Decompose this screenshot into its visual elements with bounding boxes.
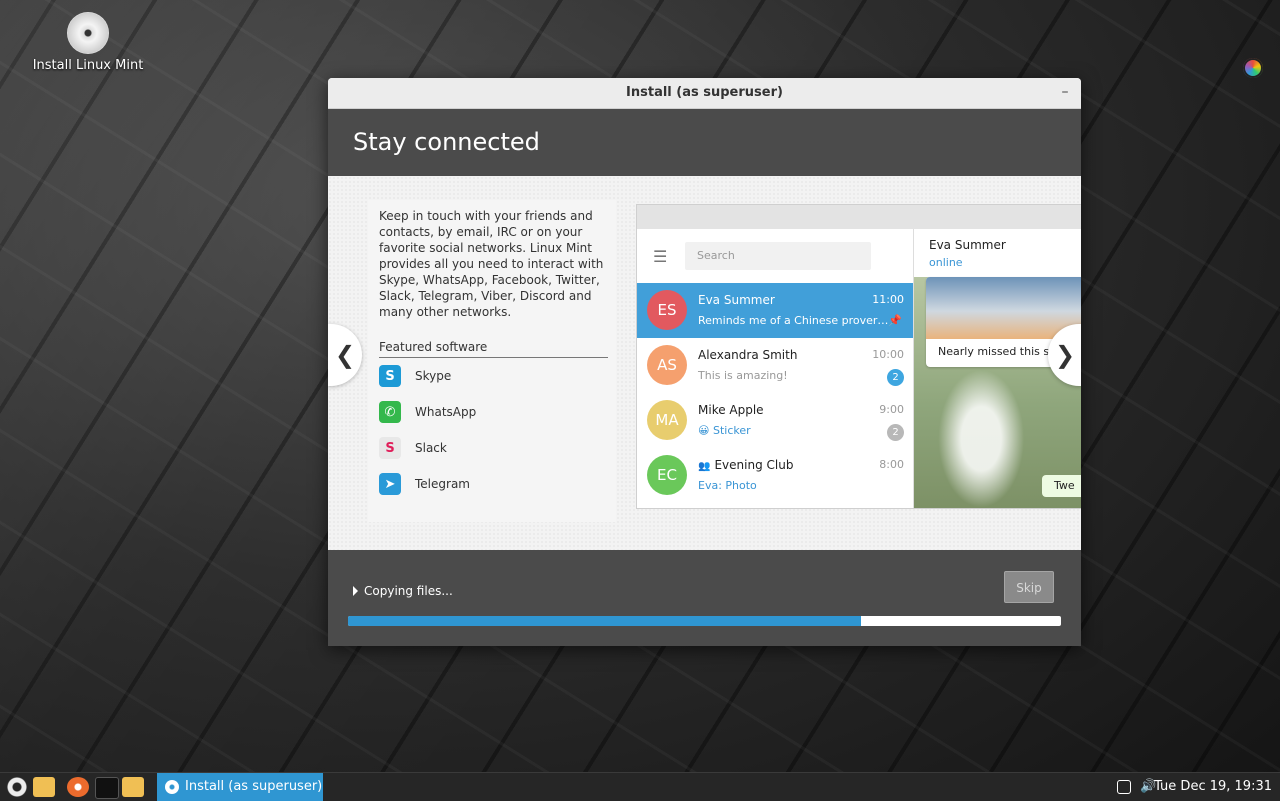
previous-slide-button[interactable]: ❮ (328, 324, 362, 386)
featured-app-label: Skype (415, 369, 452, 383)
avatar: EC (647, 455, 687, 495)
featured-app-whatsapp: ✆ WhatsApp (379, 394, 608, 430)
chat-item: ES Eva Summer 11:00 Reminds me of a Chinese… (637, 283, 913, 338)
slide-text-panel: Keep in touch with your friends and cont… (368, 200, 616, 522)
install-progress-fill (348, 616, 862, 626)
chat-item: EC 👥 Evening Club 8:00 Eva: Photo (637, 448, 913, 503)
firefox-icon[interactable] (67, 777, 89, 797)
chat-name: Mike Apple (698, 403, 764, 417)
avatar: MA (647, 400, 687, 440)
telegram-icon: ➤ (379, 473, 401, 495)
chat-item: MA Mike Apple 9:00 😀 Sticker 2 (637, 393, 913, 448)
mint-menu-icon[interactable] (6, 777, 28, 797)
featured-app-slack: S Slack (379, 430, 608, 466)
chat-name: 👥 Evening Club (698, 458, 793, 472)
chat-preview: Reminds me of a Chinese prover… (698, 314, 889, 327)
chat-time: 10:00 (872, 348, 904, 361)
featured-app-telegram: ➤ Telegram (379, 466, 608, 502)
terminal-icon[interactable] (95, 777, 119, 799)
featured-software-list: S Skype ✆ WhatsApp S Slack ➤ Telegram (376, 358, 608, 502)
minimize-button[interactable]: – (1057, 82, 1073, 102)
skype-icon: S (379, 365, 401, 387)
featured-app-label: Telegram (415, 477, 470, 491)
telegram-search-input: Search (685, 242, 871, 270)
install-status[interactable]: Copying files... (353, 584, 453, 598)
window-titlebar[interactable]: Install (as superuser) – (328, 78, 1081, 109)
chat-time: 8:00 (879, 458, 904, 471)
taskbar-window-button[interactable]: Install (as superuser) (157, 773, 323, 801)
chat-name: Alexandra Smith (698, 348, 797, 362)
conversation-background: Nearly missed this s Twe (914, 277, 1081, 508)
chat-name-text: Mike Apple (698, 403, 764, 417)
chat-preview: This is amazing! (698, 369, 788, 382)
hamburger-menu-icon: ☰ (653, 246, 668, 266)
show-desktop-icon[interactable] (33, 777, 55, 797)
group-icon: 👥 (698, 461, 711, 472)
reply-message-bubble: Twe (1042, 475, 1081, 497)
notifications-icon[interactable] (1117, 780, 1131, 794)
window-title: Install (as superuser) (626, 85, 783, 100)
taskbar-window-label: Install (as superuser) (185, 779, 323, 794)
disc-icon (67, 12, 109, 54)
contact-status: online (929, 256, 963, 269)
featured-app-label: Slack (415, 441, 447, 455)
featured-app-skype: S Skype (379, 358, 608, 394)
telegram-preview: ☰ Search ES Eva Summer 11:00 Reminds me of … (636, 204, 1081, 509)
conversation-header: Eva Summer online (914, 229, 1081, 277)
unread-badge: 2 (887, 424, 904, 441)
installer-window: Install (as superuser) – Stay connected … (328, 78, 1081, 646)
install-status-text: Copying files... (364, 584, 453, 598)
slide-header: Stay connected (328, 109, 1081, 176)
avatar: ES (647, 290, 687, 330)
taskbar: Install (as superuser) 🔊 Tue Dec 19, 19:… (0, 772, 1280, 801)
telegram-titlebar (637, 205, 1081, 229)
chat-name-text: Alexandra Smith (698, 348, 798, 362)
desktop-install-icon[interactable]: Install Linux Mint (28, 12, 148, 73)
desktop-icon-label: Install Linux Mint (32, 58, 144, 73)
chat-preview: 😀 Sticker (698, 424, 751, 437)
expand-triangle-icon[interactable] (353, 586, 358, 596)
chat-name-text: Eva Summer (698, 293, 775, 307)
installer-app-icon (165, 780, 179, 794)
telegram-search-bar: ☰ Search (637, 229, 913, 283)
slide-title: Stay connected (353, 128, 540, 156)
skip-button[interactable]: Skip (1004, 571, 1054, 603)
chat-time: 11:00 (872, 293, 904, 306)
telegram-chat-list-pane: ☰ Search ES Eva Summer 11:00 Reminds me of … (637, 229, 914, 508)
progress-area: Copying files... Skip (328, 550, 1081, 646)
slack-icon: S (379, 437, 401, 459)
sunset-photo (926, 277, 1081, 339)
featured-software-heading: Featured software (379, 340, 608, 358)
avatar: AS (647, 345, 687, 385)
chat-time: 9:00 (879, 403, 904, 416)
chat-item: AS Alexandra Smith 10:00 This is amazing! 2 (637, 338, 913, 393)
chat-preview: Eva: Photo (698, 479, 757, 492)
slide-description: Keep in touch with your friends and cont… (379, 209, 604, 319)
telegram-chat-list: ES Eva Summer 11:00 Reminds me of a Chinese… (637, 283, 913, 503)
clock[interactable]: Tue Dec 19, 19:31 (1154, 773, 1272, 801)
slideshow: Keep in touch with your friends and cont… (328, 176, 1081, 550)
featured-app-label: WhatsApp (415, 405, 477, 419)
contact-name: Eva Summer (929, 238, 1006, 252)
pin-icon: 📌 (888, 314, 902, 327)
files-icon[interactable] (122, 777, 144, 797)
chat-name-text: Evening Club (714, 458, 794, 472)
chat-name: Eva Summer (698, 293, 775, 307)
color-wheel-icon[interactable] (1243, 58, 1263, 78)
unread-badge: 2 (887, 369, 904, 386)
whatsapp-icon: ✆ (379, 401, 401, 423)
install-progress-bar (348, 616, 1061, 626)
